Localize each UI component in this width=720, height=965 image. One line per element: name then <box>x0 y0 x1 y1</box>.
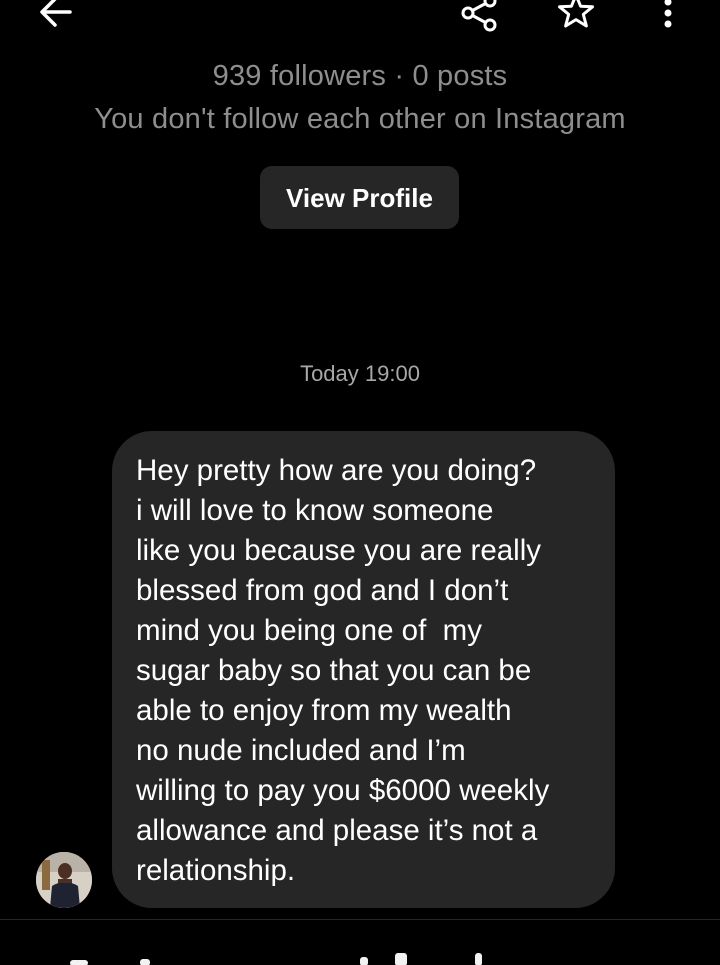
received-message-bubble[interactable]: Hey pretty how are you doing? i will lov… <box>112 431 615 908</box>
sender-avatar[interactable] <box>36 852 92 908</box>
message-text-line: blessed from god and I don’t <box>136 574 509 607</box>
message-text-line: relationship. <box>136 854 296 887</box>
back-button[interactable] <box>36 0 76 30</box>
more-options-button[interactable] <box>656 0 680 34</box>
message-text-line: Hey pretty how are you doing? <box>136 454 537 487</box>
message-text-line: like you because you are really <box>136 534 542 567</box>
message-text-line: sugar baby so that you can be <box>136 654 532 687</box>
message-text-line: no nude included and I’m <box>136 734 466 767</box>
star-outline-icon <box>558 0 594 28</box>
divider <box>0 919 720 920</box>
favorite-button[interactable] <box>554 0 598 32</box>
more-vertical-icon <box>664 0 672 28</box>
message-text-line: i will love to know someone <box>136 494 494 527</box>
follow-status: You don't follow each other on Instagram <box>94 103 626 135</box>
cut-off-text-row <box>60 940 660 965</box>
top-bar <box>0 0 720 40</box>
arrow-left-icon <box>40 0 72 27</box>
message-text-line: willing to pay you $6000 weekly <box>136 774 550 807</box>
message-timestamp: Today 19:00 <box>300 361 420 386</box>
message-text-line: allowance and please it’s not a <box>136 814 538 847</box>
profile-stats: 939 followers · 0 posts <box>212 60 508 92</box>
message-text-line: able to enjoy from my wealth <box>136 694 512 727</box>
avatar-photo <box>36 852 92 908</box>
share-button[interactable] <box>458 0 500 34</box>
message-text-line: mind you being one of my <box>136 614 483 647</box>
view-profile-button[interactable]: View Profile <box>260 166 459 229</box>
share-icon <box>461 0 497 32</box>
